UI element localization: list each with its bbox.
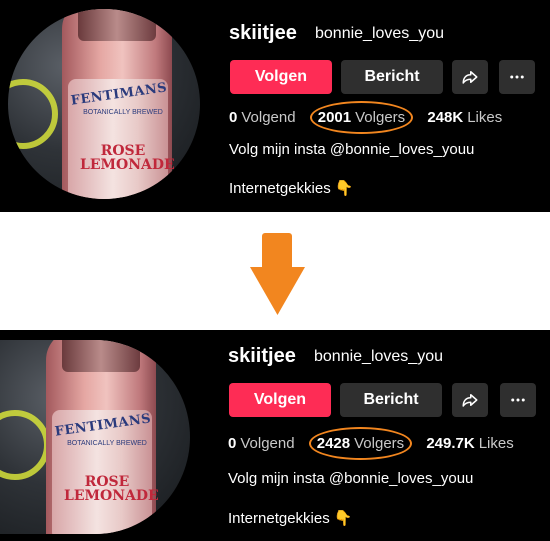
bio: Volg mijn insta @bonnie_loves_youu <box>228 470 474 487</box>
username: skiitjee <box>228 345 296 367</box>
share-button[interactable] <box>452 383 488 417</box>
bottle-product-text: ROSE LEMONADE <box>64 474 159 504</box>
nickname: bonnie_loves_you <box>314 348 443 365</box>
profile-link[interactable]: Internetgekkies 👇 <box>228 509 353 527</box>
username: skiitjee <box>229 22 297 44</box>
following-stat[interactable]: 0 Volgend <box>229 109 296 126</box>
pointing-down-icon: 👇 <box>334 180 354 197</box>
pointing-down-icon: 👇 <box>333 510 353 527</box>
message-button[interactable]: Bericht <box>341 60 443 94</box>
share-icon <box>461 391 479 409</box>
nickname: bonnie_loves_you <box>315 25 444 42</box>
profile-stats: 0 Volgend 2001 Volgers 248K Likes <box>229 101 512 134</box>
profile-stats: 0 Volgend 2428 Volgers 249.7K Likes <box>228 427 524 460</box>
followers-stat-highlighted[interactable]: 2428 Volgers <box>308 427 413 460</box>
bottle-sub-text: BOTANICALLY BREWED <box>67 440 147 447</box>
profile-panel-before: FENTIMANS BOTANICALLY BREWED ROSE LEMONA… <box>0 0 550 212</box>
more-button[interactable] <box>499 60 535 94</box>
share-button[interactable] <box>452 60 488 94</box>
message-button[interactable]: Bericht <box>340 383 442 417</box>
link-text: Internetgekkies <box>229 180 331 197</box>
avatar[interactable]: FENTIMANS BOTANICALLY BREWED ROSE LEMONA… <box>0 340 190 534</box>
bottle-cap <box>62 340 140 372</box>
more-button[interactable] <box>500 383 536 417</box>
bio: Volg mijn insta @bonnie_loves_youu <box>229 141 475 158</box>
more-icon <box>509 391 527 409</box>
profile-link[interactable]: Internetgekkies 👇 <box>229 179 354 197</box>
likes-stat: 249.7K Likes <box>426 435 514 452</box>
profile-info: skiitjee bonnie_loves_you Volgen Bericht… <box>228 330 549 541</box>
following-stat[interactable]: 0 Volgend <box>228 435 295 452</box>
profile-info: skiitjee bonnie_loves_you Volgen Bericht… <box>229 0 550 212</box>
followers-stat-highlighted[interactable]: 2001 Volgers <box>309 101 414 134</box>
profile-panel-after: FENTIMANS BOTANICALLY BREWED ROSE LEMONA… <box>0 330 550 541</box>
follow-button[interactable]: Volgen <box>229 383 331 417</box>
share-icon <box>461 68 479 86</box>
bottle-sub-text: BOTANICALLY BREWED <box>83 109 163 116</box>
bottle-cap <box>78 9 156 41</box>
more-icon <box>508 68 526 86</box>
avatar[interactable]: FENTIMANS BOTANICALLY BREWED ROSE LEMONA… <box>8 9 200 199</box>
background-light <box>8 79 58 149</box>
likes-stat: 248K Likes <box>427 109 503 126</box>
follow-button[interactable]: Volgen <box>230 60 332 94</box>
link-text: Internetgekkies <box>228 510 330 527</box>
down-arrow-icon <box>250 233 305 315</box>
bottle-product-text: ROSE LEMONADE <box>80 143 175 173</box>
background-light <box>0 410 50 480</box>
